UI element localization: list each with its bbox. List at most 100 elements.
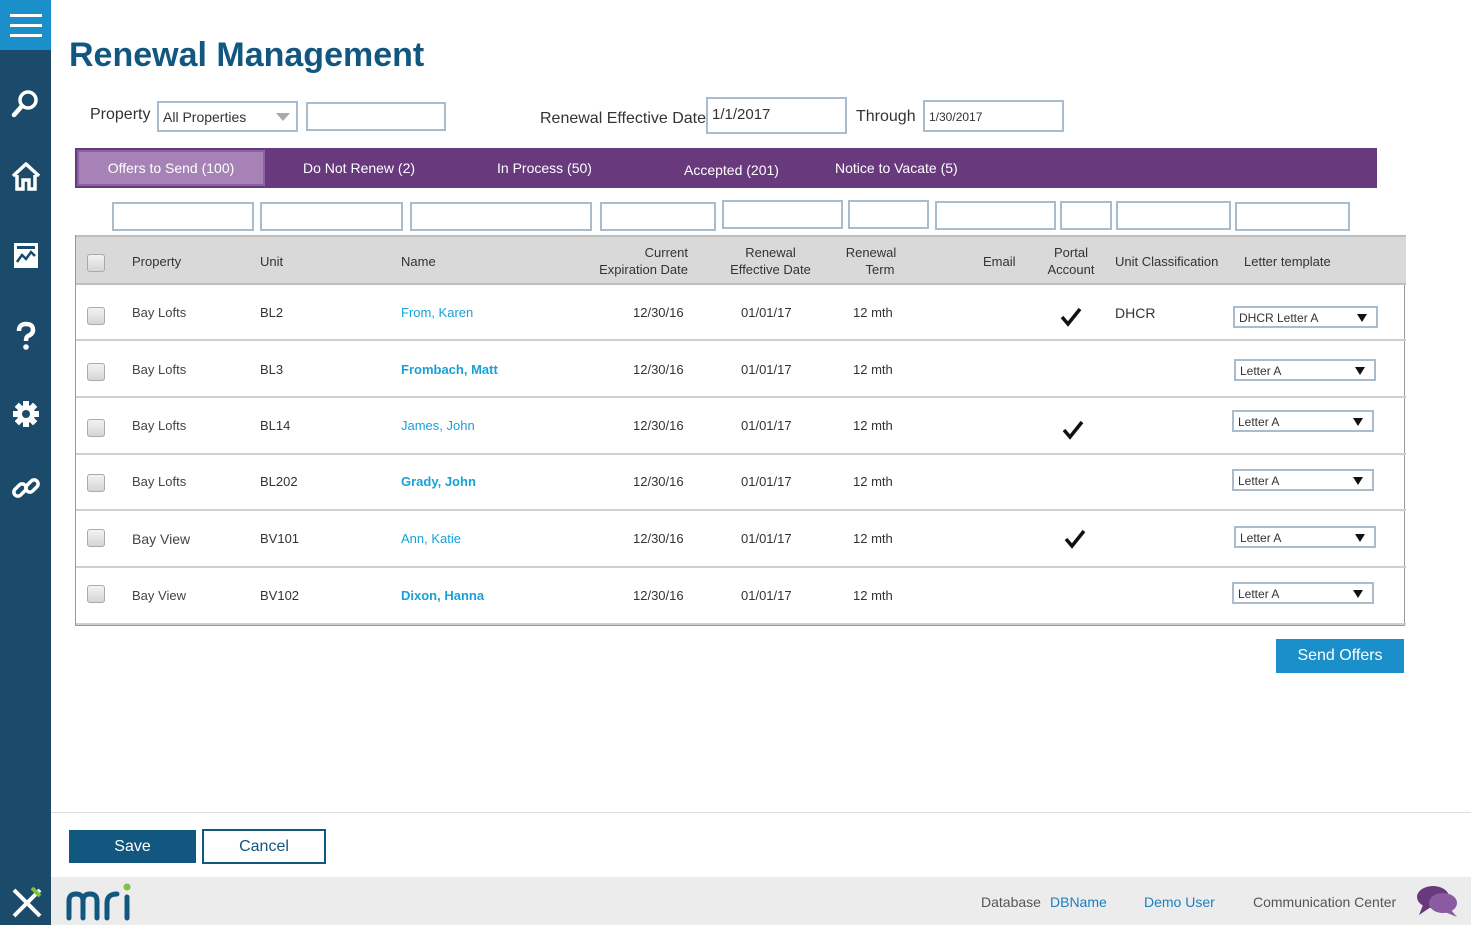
col-property[interactable]: Property	[132, 253, 181, 270]
portal-check-icon	[1064, 529, 1086, 549]
mri-logo	[66, 883, 131, 921]
database-name-link[interactable]: DBName	[1050, 894, 1107, 910]
table-row[interactable]: Bay Lofts BL2 From, Karen 12/30/16 01/01…	[76, 285, 1406, 341]
letter-template-select[interactable]: Letter A	[1232, 410, 1374, 432]
col-renewal-effective-line2: Effective Date	[730, 262, 811, 277]
letter-template-value: Letter A	[1238, 415, 1280, 429]
row-current-expiration: 12/30/16	[633, 588, 684, 603]
filter-letter-input[interactable]	[1235, 202, 1350, 231]
col-portal-account-line2: Account	[1047, 262, 1095, 277]
through-date-input[interactable]: 1/30/2017	[923, 100, 1064, 132]
caret-down-icon	[1355, 367, 1365, 375]
save-button[interactable]: Save	[69, 830, 196, 863]
divider	[51, 812, 1471, 813]
property-select[interactable]: All Properties	[157, 101, 298, 132]
letter-template-select[interactable]: Letter A	[1232, 582, 1374, 604]
tab-do-not-renew[interactable]: Do Not Renew (2)	[303, 148, 415, 188]
tab-accepted[interactable]: Accepted (201)	[684, 150, 779, 190]
filter-name-input[interactable]	[410, 202, 592, 231]
tab-in-process[interactable]: In Process (50)	[497, 148, 592, 188]
filter-email-input[interactable]	[935, 201, 1056, 230]
row-renewal-effective: 01/01/17	[741, 362, 792, 377]
filter-unit-input[interactable]	[260, 202, 403, 231]
caret-down-icon	[1353, 477, 1363, 485]
cancel-button[interactable]: Cancel	[202, 829, 326, 864]
row-name-link[interactable]: Ann, Katie	[401, 531, 461, 546]
chevron-down-icon	[276, 112, 290, 121]
home-icon[interactable]	[0, 156, 51, 196]
col-current-expiration-line1: Current	[644, 245, 688, 260]
letter-template-select[interactable]: Letter A	[1232, 469, 1374, 491]
select-all-checkbox[interactable]	[87, 254, 105, 272]
link-icon[interactable]	[0, 468, 51, 508]
letter-template-select[interactable]: Letter A	[1234, 359, 1376, 381]
caret-down-icon	[1353, 590, 1363, 598]
row-checkbox[interactable]	[87, 307, 105, 325]
row-renewal-effective: 01/01/17	[741, 305, 792, 320]
table-header: Property Unit Name Current Expiration Da…	[76, 235, 1406, 285]
filter-effective-input[interactable]	[722, 200, 843, 229]
row-renewal-term: 12 mth	[853, 418, 893, 433]
col-portal-account[interactable]: Portal Account	[1031, 244, 1111, 278]
row-name-link[interactable]: Dixon, Hanna	[401, 588, 484, 603]
col-letter-template[interactable]: Letter template	[1244, 253, 1331, 270]
col-renewal-effective-line1: Renewal	[745, 245, 796, 260]
row-name-link[interactable]: From, Karen	[401, 305, 473, 320]
filter-unit-class-input[interactable]	[1116, 201, 1231, 230]
table-row[interactable]: Bay Lofts BL14 James, John 12/30/16 01/0…	[76, 398, 1406, 455]
row-unit: BL202	[260, 474, 298, 489]
col-current-expiration[interactable]: Current Expiration Date	[586, 244, 688, 278]
row-checkbox[interactable]	[87, 585, 105, 603]
row-unit-classification: DHCR	[1115, 305, 1156, 321]
row-checkbox[interactable]	[87, 474, 105, 492]
row-current-expiration: 12/30/16	[633, 418, 684, 433]
communication-center-link[interactable]: Communication Center	[1253, 894, 1396, 910]
menu-icon[interactable]	[0, 0, 51, 50]
user-link[interactable]: Demo User	[1144, 894, 1215, 910]
row-renewal-term: 12 mth	[853, 474, 893, 489]
row-name-link[interactable]: James, John	[401, 418, 475, 433]
filter-term-input[interactable]	[848, 200, 929, 229]
mri-x-logo	[12, 886, 42, 918]
property-search-input[interactable]	[306, 102, 446, 131]
col-renewal-term-line2: Term	[865, 262, 895, 277]
sidebar	[0, 0, 51, 925]
col-renewal-effective[interactable]: Renewal Effective Date	[708, 244, 833, 278]
row-property: Bay View	[132, 588, 186, 603]
renewal-effective-date-input[interactable]: 1/1/2017	[706, 97, 847, 134]
col-email[interactable]: Email	[983, 253, 1016, 270]
row-unit: BL3	[260, 362, 284, 377]
search-icon[interactable]	[0, 84, 51, 124]
row-checkbox[interactable]	[87, 529, 105, 547]
table-row[interactable]: Bay View BV101 Ann, Katie 12/30/16 01/01…	[76, 511, 1406, 568]
table-row[interactable]: Bay Lofts BL202 Grady, John 12/30/16 01/…	[76, 455, 1406, 511]
filter-portal-input[interactable]	[1060, 201, 1112, 230]
letter-template-select[interactable]: DHCR Letter A	[1233, 306, 1378, 328]
table-row[interactable]: Bay Lofts BL3 Frombach, Matt 12/30/16 01…	[76, 341, 1406, 398]
row-renewal-effective: 01/01/17	[741, 418, 792, 433]
report-icon[interactable]	[0, 235, 51, 275]
col-unit[interactable]: Unit	[260, 253, 283, 270]
row-checkbox[interactable]	[87, 419, 105, 437]
col-renewal-term[interactable]: Renewal Term	[831, 244, 911, 278]
col-name[interactable]: Name	[401, 253, 436, 270]
row-current-expiration: 12/30/16	[633, 362, 684, 377]
status-tabs: Offers to Send (100) Do Not Renew (2) In…	[75, 148, 1377, 188]
tab-notice-to-vacate[interactable]: Notice to Vacate (5)	[835, 148, 958, 188]
table-row[interactable]: Bay View BV102 Dixon, Hanna 12/30/16 01/…	[76, 568, 1406, 625]
row-name-link[interactable]: Frombach, Matt	[401, 362, 498, 377]
caret-down-icon	[1353, 418, 1363, 426]
row-name-link[interactable]: Grady, John	[401, 474, 476, 489]
help-icon[interactable]	[0, 316, 51, 356]
chat-icon[interactable]	[1415, 883, 1459, 919]
gear-icon[interactable]	[0, 394, 51, 434]
filter-expiration-input[interactable]	[600, 202, 716, 231]
tab-offers-to-send[interactable]: Offers to Send (100)	[77, 150, 265, 186]
through-label: Through	[856, 108, 916, 125]
filter-property-input[interactable]	[112, 202, 254, 231]
row-checkbox[interactable]	[87, 363, 105, 381]
letter-template-select[interactable]: Letter A	[1234, 526, 1376, 548]
col-unit-classification[interactable]: Unit Classification	[1115, 253, 1218, 270]
footer: Database DBName Demo User Communication …	[51, 877, 1471, 925]
send-offers-button[interactable]: Send Offers	[1276, 639, 1404, 673]
